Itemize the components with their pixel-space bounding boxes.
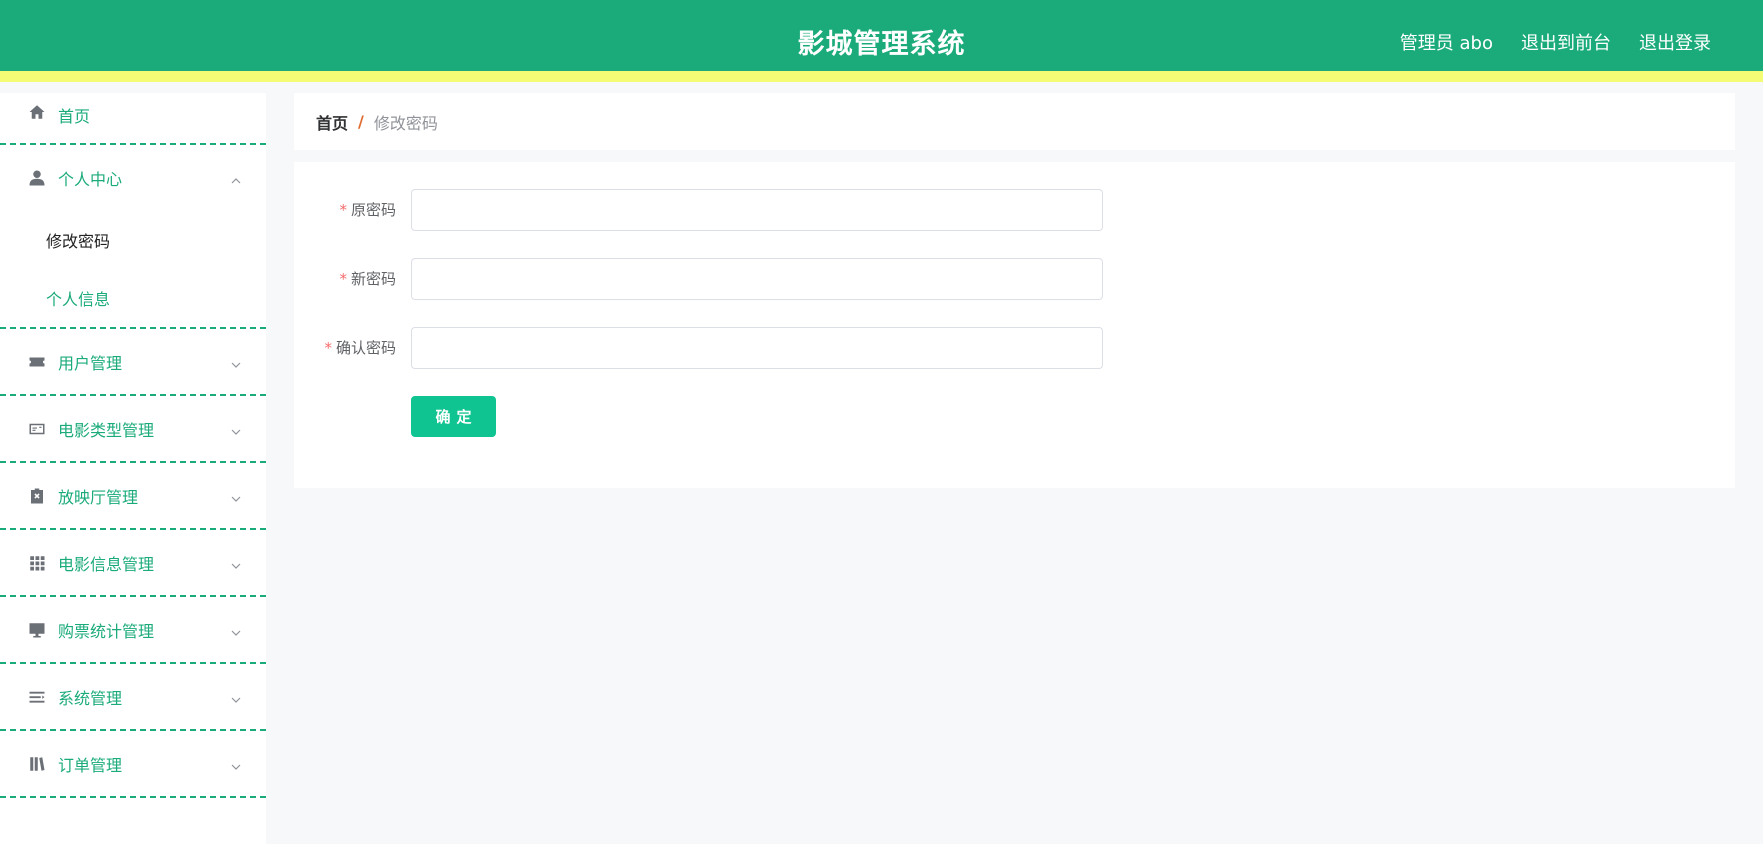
sidebar-item-home[interactable]: 首页 — [0, 93, 266, 145]
old-password-label: * 原密码 — [339, 201, 396, 219]
sidebar-item-system-management[interactable]: 系统管理 — [0, 664, 266, 731]
exit-to-front-link[interactable]: 退出到前台 — [1521, 29, 1611, 55]
sidebar-item-user-management[interactable]: 用户管理 — [0, 329, 266, 396]
chevron-down-icon — [230, 557, 242, 569]
monitor-icon — [28, 621, 46, 639]
chevron-up-icon — [230, 172, 242, 184]
confirm-password-input[interactable] — [411, 327, 1103, 369]
required-mark: * — [339, 270, 347, 288]
sidebar-item-label: 电影类型管理 — [58, 420, 155, 440]
logout-link[interactable]: 退出登录 — [1639, 29, 1711, 55]
sidebar-item-movie-type-management[interactable]: 电影类型管理 — [0, 396, 266, 463]
sidebar-item-ticket-stats-management[interactable]: 购票统计管理 — [0, 597, 266, 664]
required-mark: * — [339, 201, 347, 219]
confirm-password-label: * 确认密码 — [324, 339, 396, 357]
sidebar-item-label: 放映厅管理 — [58, 487, 139, 507]
sidebar-item-hall-management[interactable]: 放映厅管理 — [0, 463, 266, 530]
breadcrumb-current: 修改密码 — [373, 113, 438, 133]
admin-user-label[interactable]: 管理员 abo — [1400, 29, 1493, 55]
ticket-icon — [28, 353, 46, 371]
sidebar-item-order-management[interactable]: 订单管理 — [0, 731, 266, 798]
sidebar-item-label: 系统管理 — [58, 688, 123, 708]
top-header: 影城管理系统 管理员 abo 退出到前台 退出登录 — [0, 0, 1763, 82]
sidebar-item-label: 个人中心 — [58, 170, 123, 189]
sidebar-item-label: 电影信息管理 — [58, 554, 155, 574]
sidebar-group-personal-center: 个人中心 修改密码 个人信息 — [0, 145, 266, 329]
chevron-down-icon — [230, 758, 242, 770]
chevron-down-icon — [230, 490, 242, 502]
chevron-down-icon — [230, 691, 242, 703]
chevron-down-icon — [230, 356, 242, 368]
id-card-icon — [28, 420, 46, 438]
submenu-item-change-password[interactable]: 修改密码 — [0, 211, 266, 269]
change-password-form: * 原密码 * 新密码 * 确认密码 确定 — [294, 162, 1735, 488]
new-password-input[interactable] — [411, 258, 1103, 300]
chevron-down-icon — [230, 624, 242, 636]
submenu-item-personal-info[interactable]: 个人信息 — [0, 269, 266, 327]
form-row-old-password: * 原密码 — [294, 189, 1494, 231]
sidebar-item-label: 首页 — [58, 107, 91, 126]
sidebar-item-label: 订单管理 — [58, 755, 123, 775]
submit-button[interactable]: 确定 — [411, 396, 496, 437]
chevron-down-icon — [230, 423, 242, 435]
sidebar-item-personal-center[interactable]: 个人中心 — [0, 145, 266, 211]
required-mark: * — [324, 339, 332, 357]
new-password-label: * 新密码 — [339, 270, 396, 288]
form-row-new-password: * 新密码 — [294, 258, 1494, 300]
breadcrumb-home[interactable]: 首页 — [316, 110, 348, 134]
clipboard-x-icon — [28, 487, 46, 505]
sidebar: 首页 个人中心 修改密码 个人信息 用户管理 电影类型管理 放映厅管理 电影信息… — [0, 93, 266, 844]
book-icon — [28, 755, 46, 773]
form-row-confirm-password: * 确认密码 — [294, 327, 1494, 369]
sidebar-item-label: 购票统计管理 — [58, 621, 155, 641]
sidebar-item-label: 用户管理 — [58, 353, 123, 373]
home-icon — [28, 103, 46, 121]
old-password-input[interactable] — [411, 189, 1103, 231]
grid-icon — [28, 554, 46, 572]
list-icon — [28, 688, 46, 706]
header-links: 管理员 abo 退出到前台 退出登录 — [1400, 29, 1711, 55]
breadcrumb-separator: / — [358, 112, 364, 131]
breadcrumb: 首页 / 修改密码 — [294, 93, 1735, 150]
sidebar-item-movie-info-management[interactable]: 电影信息管理 — [0, 530, 266, 597]
user-icon — [28, 169, 46, 187]
